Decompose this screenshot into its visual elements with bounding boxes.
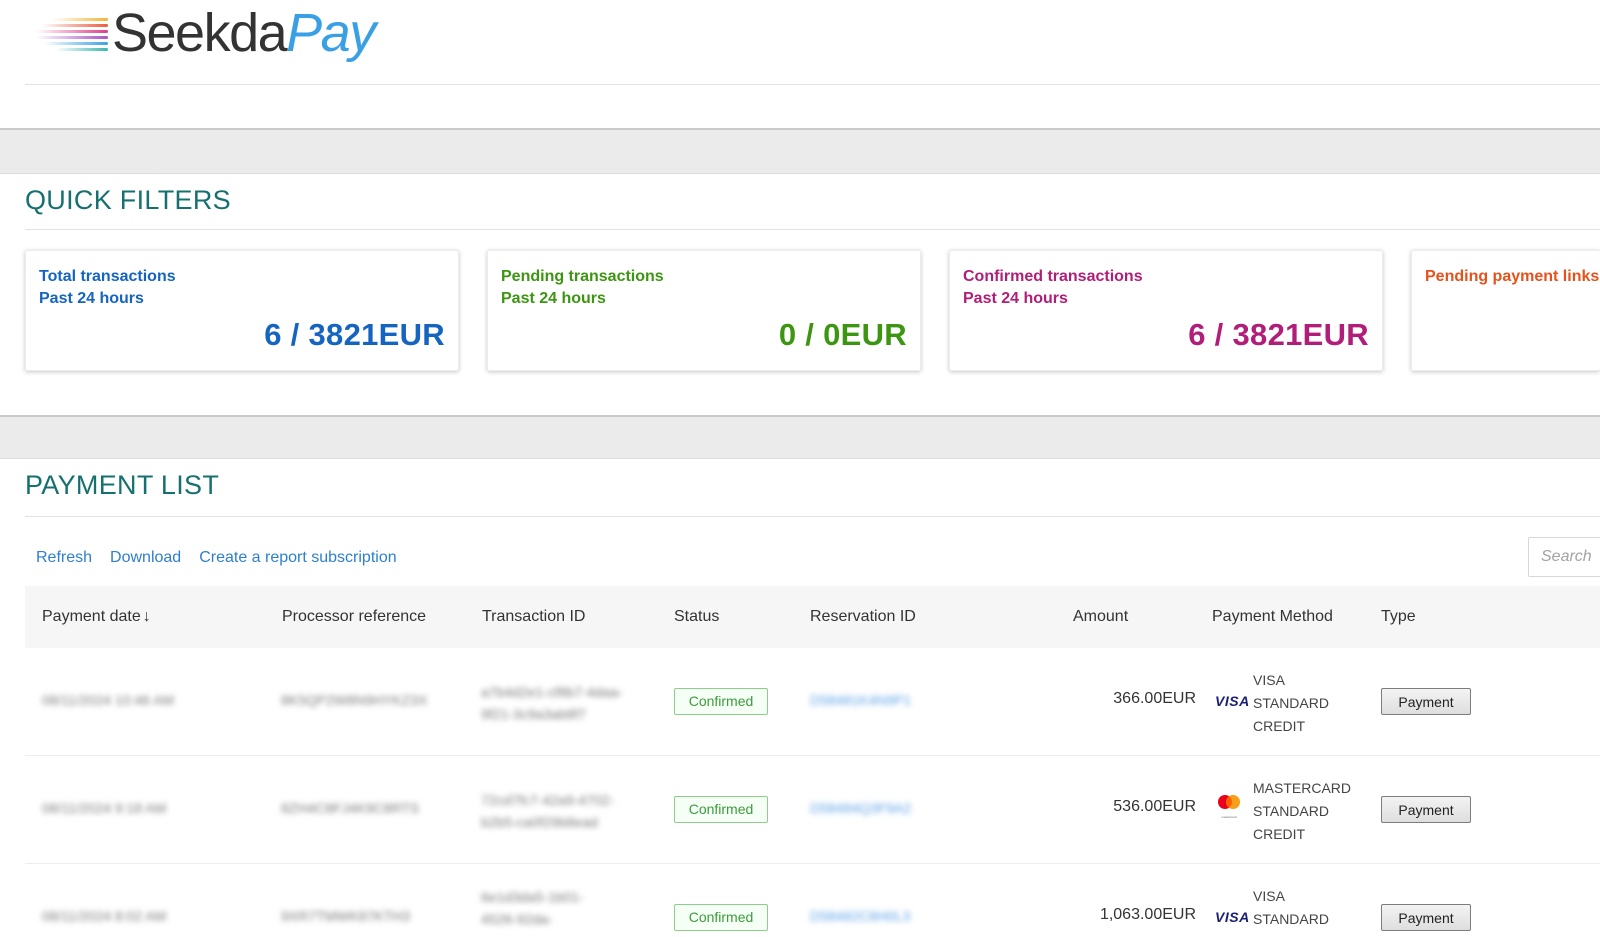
payment-list-toolbar: Refresh Download Create a report subscri… bbox=[36, 549, 397, 567]
payment-method-cell: MASTERCARD STANDARD CREDIT bbox=[1253, 780, 1352, 842]
table-row[interactable]: 08/11/2024 10:46 AM 8K5QP2W8N9HYKZ3X a7b… bbox=[25, 648, 1600, 756]
column-header-amount[interactable]: Amount bbox=[1073, 586, 1128, 648]
processor-reference-cell: 9XR7TMWK87KTH3 bbox=[281, 908, 411, 924]
visa-icon: VISA bbox=[1215, 693, 1250, 709]
column-header-status[interactable]: Status bbox=[674, 586, 719, 648]
visa-icon: VISA bbox=[1215, 909, 1250, 925]
download-link[interactable]: Download bbox=[110, 549, 181, 567]
page-header: SeekdaPay bbox=[0, 0, 1600, 130]
column-header-reservation-id[interactable]: Reservation ID bbox=[810, 586, 916, 648]
amount-cell: 1,063.00EUR bbox=[1099, 906, 1196, 923]
header-divider bbox=[25, 84, 1600, 85]
card-pending-transactions[interactable]: Pending transactions Past 24 hours 0 / 0… bbox=[487, 250, 921, 371]
quick-filters-title: QUICK FILTERS bbox=[25, 185, 231, 215]
quick-filters-divider bbox=[25, 229, 1600, 230]
card-value: 6 / 3821EUR bbox=[1188, 317, 1369, 352]
reservation-id-link[interactable]: D58482C8H0L3 bbox=[810, 908, 910, 924]
card-title: Pending transactions bbox=[501, 268, 664, 285]
processor-reference-cell: 8ZH4C8FJ4K9C8RTS bbox=[281, 800, 420, 816]
mastercard-icon: mastercard bbox=[1215, 794, 1243, 819]
column-header-type[interactable]: Type bbox=[1381, 586, 1416, 648]
type-payment-button[interactable]: Payment bbox=[1381, 904, 1471, 931]
section-separator bbox=[0, 415, 1600, 459]
card-value: 0 / 0EUR bbox=[778, 317, 907, 352]
card-title: Confirmed transactions bbox=[963, 268, 1143, 285]
card-value: 6 / 3821EUR bbox=[264, 317, 445, 352]
column-header-payment-date[interactable]: Payment date ↓ bbox=[42, 586, 151, 648]
column-header-processor-reference[interactable]: Processor reference bbox=[282, 586, 426, 648]
type-payment-button[interactable]: Payment bbox=[1381, 688, 1471, 715]
card-total-transactions[interactable]: Total transactions Past 24 hours 6 / 382… bbox=[25, 250, 459, 371]
status-badge: Confirmed bbox=[674, 688, 768, 715]
reservation-id-link[interactable]: D58481K4N9P1 bbox=[810, 692, 911, 708]
transaction-id-cell: 6e1d3da5-1b01- 4526-92da- bbox=[481, 889, 584, 927]
status-badge: Confirmed bbox=[674, 796, 768, 823]
card-title: Total transactions bbox=[39, 268, 176, 285]
card-subtitle: Past 24 hours bbox=[39, 290, 144, 307]
transaction-id-cell: a7b4d2e1-cf8b7-4daa- 9f21-3c9a3ab8f7 bbox=[481, 684, 623, 722]
payment-date-cell: 08/11/2024 8:02 AM bbox=[42, 908, 167, 924]
sort-descending-icon: ↓ bbox=[142, 608, 151, 625]
seekdapay-logo[interactable]: SeekdaPay bbox=[34, 2, 376, 64]
payment-date-cell: 08/11/2024 9:18 AM bbox=[42, 800, 167, 816]
transaction-id-cell: 72cd7fc7-42a9-4702- b2b5-ca0f29b8ead bbox=[481, 792, 615, 830]
payment-method-cell: VISA STANDARD bbox=[1253, 888, 1329, 927]
card-subtitle: Past 24 hours bbox=[963, 290, 1068, 307]
create-report-subscription-link[interactable]: Create a report subscription bbox=[199, 549, 396, 567]
payment-list-divider bbox=[25, 516, 1600, 517]
column-header-transaction-id[interactable]: Transaction ID bbox=[482, 586, 585, 648]
mastercard-circles-icon bbox=[1218, 795, 1240, 809]
reservation-id-link[interactable]: D58484Q3F9A2 bbox=[810, 800, 911, 816]
amount-cell: 536.00EUR bbox=[1113, 798, 1196, 815]
logo-stripes-icon bbox=[34, 13, 108, 53]
logo-wordmark: SeekdaPay bbox=[112, 3, 376, 63]
card-subtitle: Past 24 hours bbox=[501, 290, 606, 307]
amount-cell: 366.00EUR bbox=[1113, 690, 1196, 707]
payment-date-cell: 08/11/2024 10:46 AM bbox=[42, 692, 175, 708]
refresh-link[interactable]: Refresh bbox=[36, 549, 92, 567]
processor-reference-cell: 8K5QP2W8N9HYKZ3X bbox=[281, 692, 428, 708]
status-badge: Confirmed bbox=[674, 904, 768, 931]
table-row[interactable]: 08/11/2024 9:18 AM 8ZH4C8FJ4K9C8RTS 72cd… bbox=[25, 756, 1600, 864]
card-pending-payment-links[interactable]: Pending payment links bbox=[1411, 250, 1600, 371]
card-confirmed-transactions[interactable]: Confirmed transactions Past 24 hours 6 /… bbox=[949, 250, 1383, 371]
section-separator bbox=[0, 130, 1600, 174]
search-input[interactable] bbox=[1528, 537, 1600, 577]
table-header: Payment date ↓ Processor reference Transa… bbox=[25, 586, 1600, 648]
type-payment-button[interactable]: Payment bbox=[1381, 796, 1471, 823]
payment-method-cell: VISA STANDARD CREDIT bbox=[1253, 672, 1329, 734]
payment-list-title: PAYMENT LIST bbox=[25, 470, 220, 500]
table-row[interactable]: 08/11/2024 8:02 AM 9XR7TMWK87KTH3 6e1d3d… bbox=[25, 864, 1600, 937]
column-header-payment-method[interactable]: Payment Method bbox=[1212, 586, 1333, 648]
card-title: Pending payment links bbox=[1425, 268, 1600, 285]
